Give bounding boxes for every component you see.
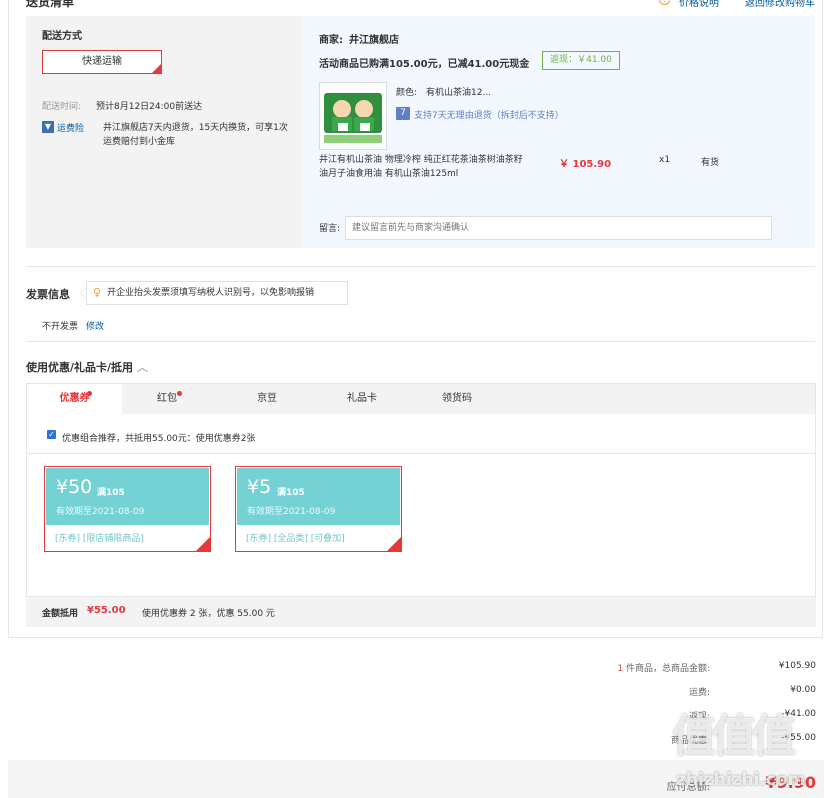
coupon-expiry: 有效期至2021-08-09: [56, 507, 145, 517]
product-name[interactable]: 井江有机山茶油 物理冷榨 纯正红花茶油茶树油茶籽油月子油食用油 有机山茶油125…: [319, 153, 525, 181]
coupons-section-title-text: 使用优惠/礼品卡/抵用: [26, 361, 134, 374]
selected-corner-icon: [152, 64, 161, 73]
tab-red-packets[interactable]: 红包: [122, 384, 212, 415]
selected-corner-icon: [387, 537, 401, 551]
summary-amount: ¥55.00: [87, 605, 126, 616]
product-price: ￥ 105.90: [559, 159, 612, 170]
shipping-method-label: 配送方式: [42, 31, 82, 42]
coupon-header: ¥50 满105 有效期至2021-08-09: [46, 468, 209, 525]
summary-label: 金额抵用: [42, 609, 79, 619]
color-label: 颜色:: [396, 88, 418, 98]
tab-coupons-label: 优惠券: [59, 393, 90, 404]
invoice-status: 不开发票: [42, 322, 79, 332]
invoice-tip-text: 开企业抬头发票须填写纳税人识别号，以免影响报销: [107, 288, 315, 298]
back-to-cart-link[interactable]: 返回修改购物车: [745, 0, 815, 9]
coupon-card[interactable]: ¥5 满105 有效期至2021-08-09 [东券] [全品类] [可叠加]: [235, 466, 402, 552]
tab-coupons-dot: [87, 391, 92, 396]
tab-gift-card[interactable]: 礼品卡: [317, 384, 407, 415]
shipping-method-value: 快递运输: [82, 56, 122, 67]
product-quantity: x1: [659, 155, 671, 165]
coupons-section-title[interactable]: 使用优惠/礼品卡/抵用 ︿: [26, 359, 148, 375]
tab-jingdou[interactable]: 京豆: [222, 384, 312, 415]
coupon-tags: [东券] [限店铺限商品]: [55, 534, 144, 544]
coupon-header: ¥5 满105 有效期至2021-08-09: [237, 468, 400, 525]
merchant-label: 商家:: [319, 35, 343, 46]
coupon-tags: [东券] [全品类] [可叠加]: [246, 534, 345, 544]
shipping-insurance-shield-icon: ▼: [42, 121, 54, 133]
merchant-name[interactable]: 井江旗舰店: [349, 31, 399, 46]
selected-corner-icon: [196, 537, 210, 551]
message-input[interactable]: [345, 216, 772, 240]
item-count: 1: [617, 664, 624, 674]
shipping-insurance-text: 井江旗舰店7天内退货，15天内换货，可享1次运费赔付到小金库: [103, 123, 288, 147]
return-policy-text: 支持7天无理由退货（拆封后不支持）: [414, 111, 564, 121]
invoice-tip: ♀ 开企业抬头发票须填写纳税人识别号，以免影响报销: [86, 281, 348, 305]
shipping-method-button[interactable]: 快递运输: [42, 50, 162, 74]
watermark-text: zhizhizhi.com: [676, 770, 806, 790]
divider: [26, 266, 815, 267]
price-note-link[interactable]: 价格说明: [679, 0, 719, 9]
promo-text: 活动商品已购满105.00元，已减41.00元现金: [319, 59, 530, 70]
product-image-illustration: [320, 83, 386, 149]
divider: [26, 341, 815, 342]
coupon-tabs: 优惠券 红包 京豆 礼品卡 领货码: [26, 383, 816, 415]
color-value: 有机山茶油12...: [426, 88, 492, 98]
item-count-label: 件商品，总商品金额:: [625, 664, 710, 674]
message-label: 留言:: [319, 224, 341, 234]
coupon-card[interactable]: ¥50 满105 有效期至2021-08-09 [东券] [限店铺限商品]: [44, 466, 211, 552]
product-stock: 有货: [701, 158, 720, 168]
tab-pickup-code[interactable]: 领货码: [412, 384, 502, 415]
invoice-edit-link[interactable]: 修改: [86, 319, 104, 332]
coupon-amount: ¥50: [56, 476, 93, 498]
coupon-condition: 满105: [277, 488, 305, 498]
section-title: 送货清单: [26, 0, 75, 9]
delivery-time-value: 预计8月12日24:00前送达: [96, 102, 203, 112]
goods-total: ¥105.90: [778, 661, 816, 671]
shipping-insurance-badge[interactable]: 运费险: [57, 121, 84, 134]
tab-red-packets-dot: [177, 391, 182, 396]
combo-checkbox[interactable]: ✓: [47, 430, 56, 439]
tab-gift-card-label: 礼品卡: [347, 393, 377, 404]
shipping-fee-label: 运费:: [688, 688, 710, 698]
combo-text: 优惠组合推荐，共抵用55.00元：使用优惠券2张: [62, 434, 256, 444]
tab-coupons[interactable]: 优惠券: [27, 384, 122, 415]
coupon-expiry: 有效期至2021-08-09: [247, 507, 336, 517]
cashback-tag: 返现：￥41.00: [542, 51, 620, 70]
delivery-time-label: 配送时间:: [42, 102, 82, 112]
summary-detail: 使用优惠券 2 张，优惠 55.00 元: [142, 609, 275, 619]
totals-count-row: 1 件商品，总商品金额:: [617, 661, 710, 674]
invoice-title: 发票信息: [26, 288, 70, 301]
coupon-amount: ¥5: [247, 476, 272, 498]
shipping-fee-value: ¥0.00: [790, 685, 816, 695]
lightbulb-icon: ♀: [93, 286, 102, 299]
tab-jingdou-label: 京豆: [257, 393, 277, 404]
coupon-condition: 满105: [97, 488, 125, 498]
divider: [27, 453, 815, 454]
coupon-summary-bar: 金额抵用 ¥55.00 使用优惠券 2 张，优惠 55.00 元: [26, 597, 816, 627]
chevron-up-icon: ︿: [136, 361, 148, 374]
tab-pickup-code-label: 领货码: [442, 393, 472, 404]
product-image[interactable]: [319, 82, 387, 150]
tab-red-packets-label: 红包: [157, 393, 177, 404]
return-policy-icon: 7: [396, 107, 410, 120]
